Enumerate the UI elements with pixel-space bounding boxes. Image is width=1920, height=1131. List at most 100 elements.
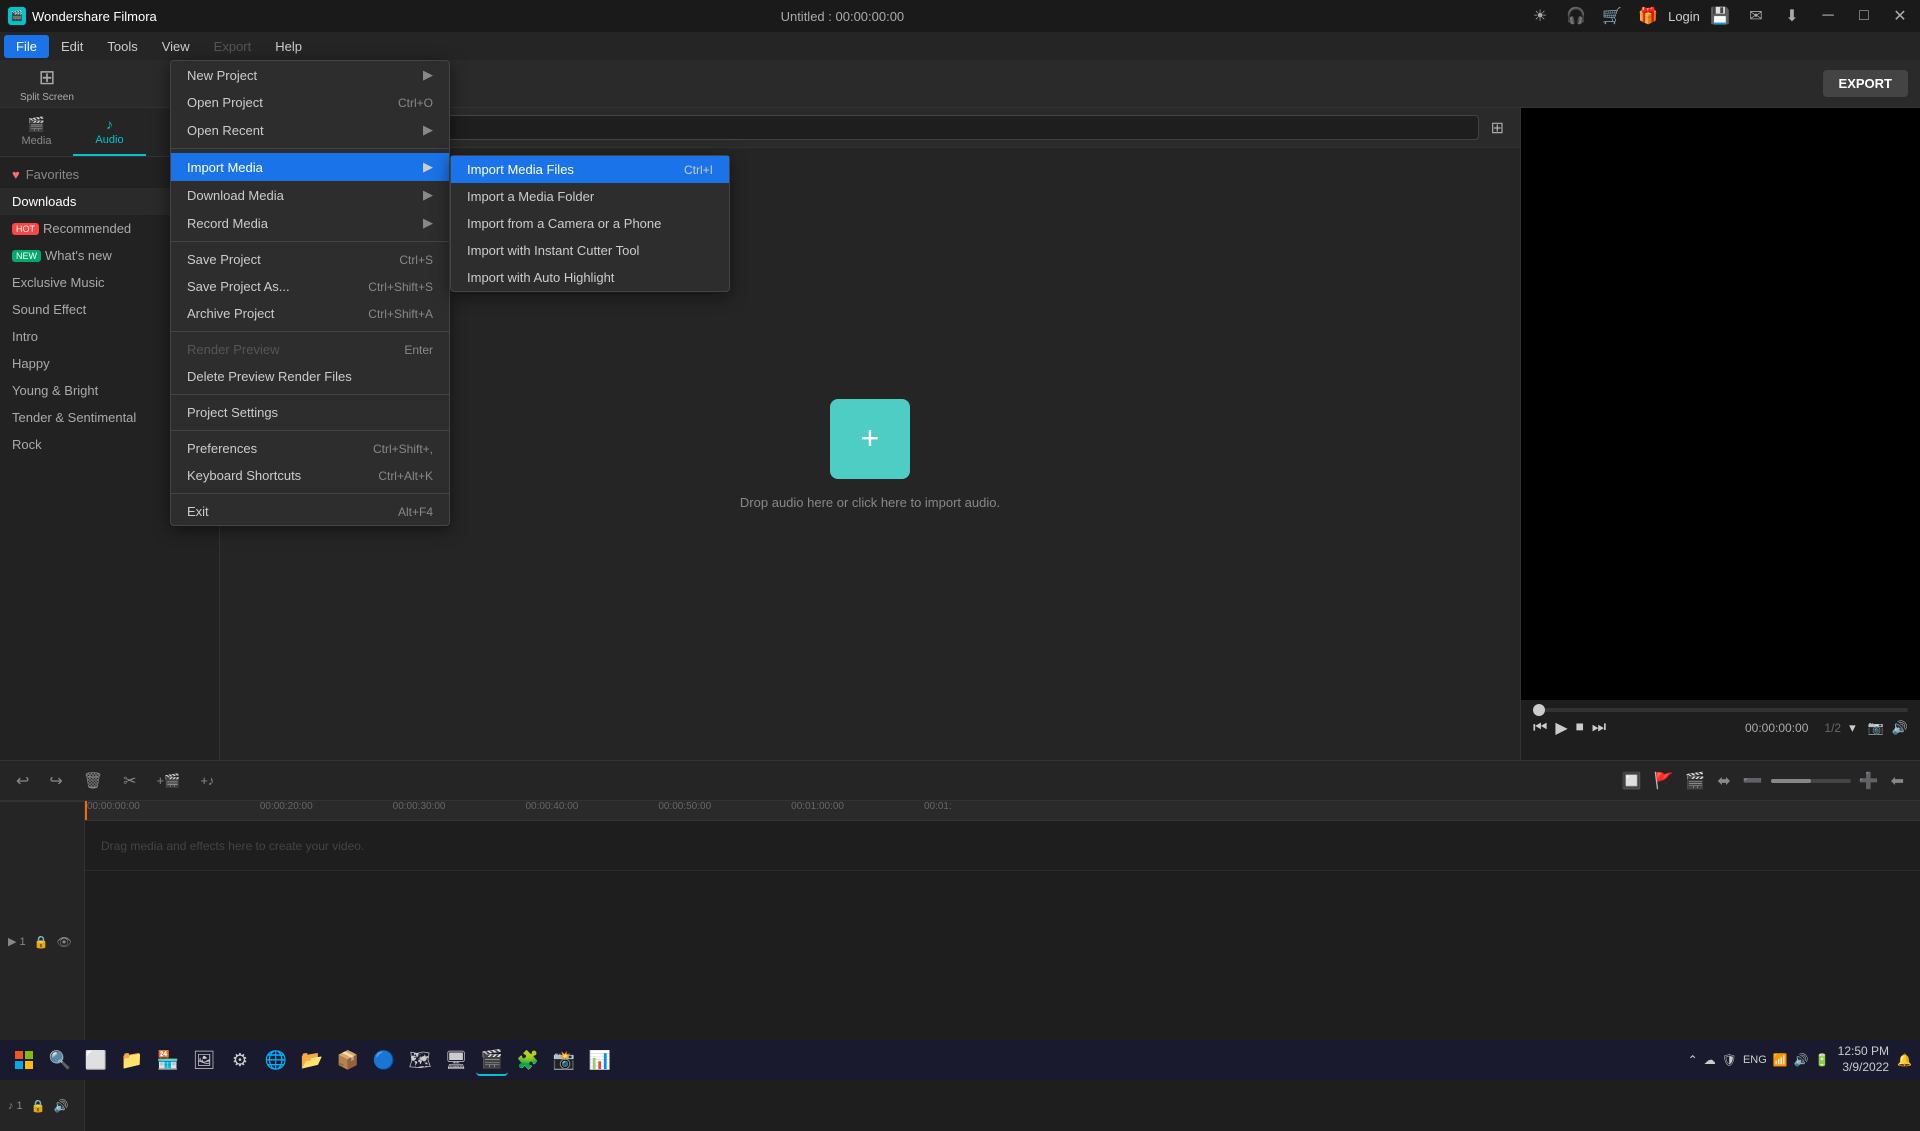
security-icon[interactable]: 🛡 — [1722, 1053, 1737, 1067]
tab-media[interactable]: 🎬 Media — [0, 108, 73, 156]
taskbar-photos[interactable]: 🖼 — [188, 1044, 220, 1076]
eye-icon[interactable]: 👁 — [57, 935, 72, 949]
screenshot-btn[interactable]: 📷 — [1868, 720, 1884, 736]
login-btn[interactable]: Login — [1672, 4, 1696, 28]
download-icon[interactable]: ⬇ — [1780, 4, 1804, 28]
taskbar-taskview[interactable]: ⬜ — [80, 1044, 112, 1076]
tab-audio[interactable]: ♪ Audio — [73, 108, 146, 156]
lock-icon[interactable]: 🔒 — [34, 935, 49, 949]
audio-volume-icon[interactable]: 🔊 — [54, 1099, 69, 1113]
import-card[interactable]: + — [830, 399, 910, 479]
marker-btn[interactable]: 🚩 — [1650, 769, 1678, 793]
menu-keyboard-shortcuts[interactable]: Keyboard Shortcuts Ctrl+Alt+K — [171, 462, 449, 489]
menu-project-settings[interactable]: Project Settings — [171, 399, 449, 426]
zoom-in-btn[interactable]: ➕ — [1855, 769, 1883, 793]
save-cloud-icon[interactable]: 💾 — [1708, 4, 1732, 28]
notification-icon[interactable]: 🔔 — [1897, 1053, 1912, 1067]
menubar: File Edit Tools View Export Help — [0, 32, 1920, 60]
skip-forward-button[interactable]: ⏭ — [1592, 719, 1606, 737]
start-button[interactable] — [8, 1044, 40, 1076]
menu-file[interactable]: File — [4, 35, 49, 58]
taskbar-files[interactable]: 📂 — [296, 1044, 328, 1076]
skip-back-button[interactable]: ⏮ — [1533, 719, 1547, 737]
collapse-btn[interactable]: ⬅ — [1887, 769, 1908, 793]
menu-delete-preview[interactable]: Delete Preview Render Files — [171, 363, 449, 390]
taskbar-control-panel[interactable]: 🖥 — [440, 1044, 472, 1076]
play-button[interactable]: ▶ — [1555, 718, 1567, 738]
zoom-out-btn[interactable]: ➖ — [1739, 769, 1767, 793]
volume-icon[interactable]: 🔊 — [1794, 1053, 1809, 1067]
add-audio-btn[interactable]: +♪ — [196, 771, 218, 790]
taskbar-chrome[interactable]: 🔵 — [368, 1044, 400, 1076]
menu-preferences[interactable]: Preferences Ctrl+Shift+, — [171, 435, 449, 462]
ime-icon[interactable]: ENG — [1743, 1054, 1767, 1066]
file-menu-dropdown: New Project ▶ Open Project Ctrl+O Open R… — [170, 60, 450, 526]
menu-archive-project[interactable]: Archive Project Ctrl+Shift+A — [171, 300, 449, 327]
wifi-icon[interactable]: 📶 — [1773, 1053, 1788, 1067]
taskbar-ms-store[interactable]: 🏪 — [152, 1044, 184, 1076]
menu-record-media[interactable]: Record Media ▶ — [171, 209, 449, 237]
zoom-slider[interactable] — [1771, 779, 1851, 783]
menu-export[interactable]: Export — [202, 35, 264, 58]
taskbar-explorer[interactable]: 📁 — [116, 1044, 148, 1076]
menu-import-files[interactable]: Import Media Files Ctrl+I — [451, 156, 729, 183]
taskbar-filmora-active[interactable]: 🎬 — [476, 1044, 508, 1076]
stop-button[interactable]: ⏹ — [1576, 719, 1584, 737]
menu-download-media[interactable]: Download Media ▶ — [171, 181, 449, 209]
add-track-btn[interactable]: +🎬 — [153, 771, 185, 791]
undo-btn[interactable]: ↩ — [12, 769, 33, 793]
chevron-up-icon[interactable]: ⌃ — [1688, 1053, 1698, 1067]
taskbar-finance[interactable]: 📊 — [584, 1044, 616, 1076]
delete-btn[interactable]: 🗑 — [79, 769, 107, 793]
volume-btn[interactable]: 🔊 — [1892, 720, 1908, 736]
menu-import-instant[interactable]: Import with Instant Cutter Tool — [451, 237, 729, 264]
menu-import-auto[interactable]: Import with Auto Highlight — [451, 264, 729, 291]
taskbar-search[interactable]: 🔍 — [44, 1044, 76, 1076]
menu-open-recent[interactable]: Open Recent ▶ — [171, 116, 449, 144]
battery-icon[interactable]: 🔋 — [1815, 1053, 1830, 1067]
menu-tools[interactable]: Tools — [95, 35, 149, 58]
headphone-icon[interactable]: 🎧 — [1564, 4, 1588, 28]
snap-btn[interactable]: 🔲 — [1618, 769, 1646, 793]
menu-save-project[interactable]: Save Project Ctrl+S — [171, 246, 449, 273]
import-media-label: Import Media — [187, 160, 263, 175]
taskbar-time[interactable]: 12:50 PM 3/9/2022 — [1838, 1044, 1889, 1075]
menu-edit[interactable]: Edit — [49, 35, 95, 58]
zoom-dropdown-btn[interactable]: ▾ — [1849, 720, 1856, 736]
menu-view[interactable]: View — [150, 35, 202, 58]
menu-import-media[interactable]: Import Media ▶ — [171, 153, 449, 181]
close-btn[interactable]: ✕ — [1888, 4, 1912, 28]
menu-import-folder[interactable]: Import a Media Folder — [451, 183, 729, 210]
taskbar-photo-app[interactable]: 📸 — [548, 1044, 580, 1076]
minimize-btn[interactable]: ─ — [1816, 4, 1840, 28]
menu-open-project[interactable]: Open Project Ctrl+O — [171, 89, 449, 116]
menu-help[interactable]: Help — [263, 35, 314, 58]
cut-btn[interactable]: ✂ — [119, 769, 140, 793]
taskbar-dropbox[interactable]: 📦 — [332, 1044, 364, 1076]
taskbar-browser-ext[interactable]: 🧩 — [512, 1044, 544, 1076]
taskbar-settings[interactable]: ⚙ — [224, 1044, 256, 1076]
menu-import-camera[interactable]: Import from a Camera or a Phone — [451, 210, 729, 237]
menu-save-project-as[interactable]: Save Project As... Ctrl+Shift+S — [171, 273, 449, 300]
onedrive-icon[interactable]: ☁ — [1704, 1053, 1716, 1067]
split-screen-button[interactable]: ⊞ Split Screen — [12, 61, 82, 107]
audio-lock-icon[interactable]: 🔒 — [31, 1099, 46, 1113]
taskbar-map[interactable]: 🗺 — [404, 1044, 436, 1076]
taskbar-edge[interactable]: 🌐 — [260, 1044, 292, 1076]
preview-progress-bar[interactable] — [1533, 708, 1908, 712]
split-btn[interactable]: ⬌ — [1713, 769, 1734, 793]
sun-icon[interactable]: ☀ — [1528, 4, 1552, 28]
control-buttons: ⏮ ▶ ⏹ ⏭ 00:00:00:00 1/2 ▾ 📷 🔊 — [1533, 718, 1908, 738]
menu-new-project[interactable]: New Project ▶ — [171, 61, 449, 89]
mail-icon[interactable]: ✉ — [1744, 4, 1768, 28]
menu-exit[interactable]: Exit Alt+F4 — [171, 498, 449, 525]
export-button[interactable]: EXPORT — [1823, 70, 1908, 97]
grid-view-button[interactable]: ⊞ — [1487, 114, 1508, 142]
clip-btn[interactable]: 🎬 — [1681, 769, 1709, 793]
maximize-btn[interactable]: □ — [1852, 4, 1876, 28]
video-track-content: Drag media and effects here to create yo… — [85, 821, 1920, 871]
gift-icon[interactable]: 🎁 — [1636, 4, 1660, 28]
zoom-controls: 🔲 🚩 🎬 ⬌ ➖ ➕ ⬅ — [1618, 769, 1908, 793]
redo-btn[interactable]: ↪ — [45, 769, 66, 793]
cart-icon[interactable]: 🛒 — [1600, 4, 1624, 28]
